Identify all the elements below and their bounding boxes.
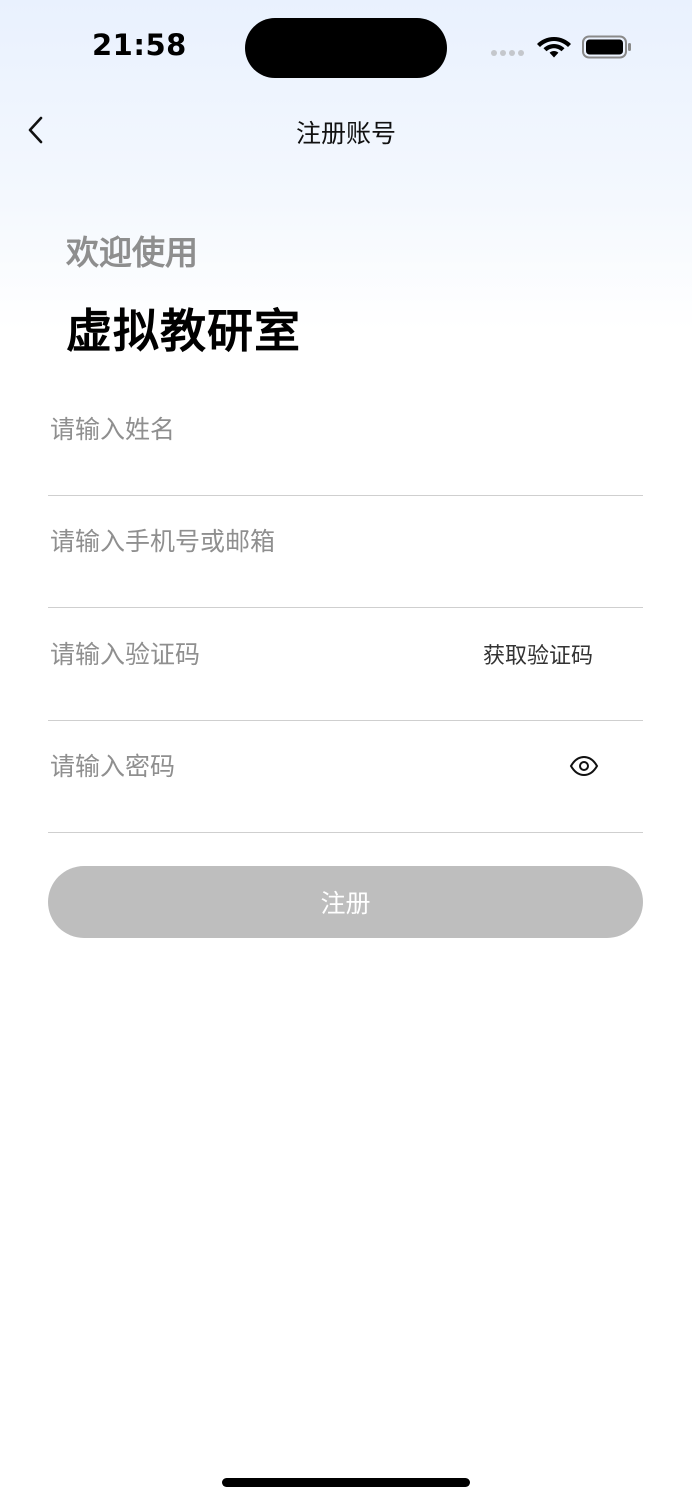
get-code-button[interactable]: 获取验证码 <box>483 638 593 670</box>
welcome-label: 欢迎使用 <box>66 233 198 272</box>
verification-code-input[interactable] <box>50 633 430 675</box>
wifi-icon <box>537 37 571 58</box>
signal-icon <box>491 50 524 56</box>
status-time: 21:58 <box>92 28 187 62</box>
home-indicator <box>222 1478 470 1487</box>
contact-field-row <box>48 496 643 608</box>
register-button[interactable]: 注册 <box>48 866 643 938</box>
password-input[interactable] <box>50 745 430 787</box>
password-field-row <box>48 721 643 833</box>
page-title: 注册账号 <box>295 119 396 148</box>
code-field-row: 获取验证码 <box>48 609 643 721</box>
dynamic-island <box>245 18 447 78</box>
app-name-heading: 虚拟教研室 <box>66 304 301 358</box>
eye-icon[interactable] <box>569 755 599 777</box>
nav-bar: 注册账号 <box>0 96 692 166</box>
name-input[interactable] <box>50 408 430 450</box>
status-bar: 21:58 <box>0 0 692 96</box>
battery-icon <box>582 35 631 59</box>
name-field-row <box>48 384 643 496</box>
phone-or-email-input[interactable] <box>50 520 430 562</box>
